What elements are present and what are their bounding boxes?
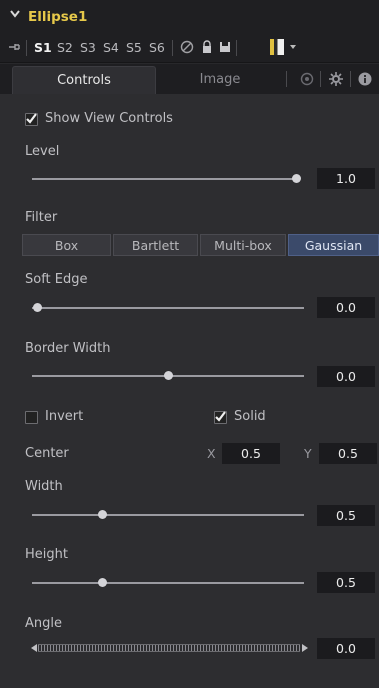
collapse-chevron-icon[interactable] <box>9 8 21 20</box>
slot-s4[interactable]: S4 <box>103 40 119 55</box>
border-width-value-field[interactable]: 0.0 <box>317 366 375 387</box>
toolbar-divider <box>26 40 27 56</box>
center-y-label: Y <box>304 446 312 461</box>
toolbar-divider <box>236 40 237 56</box>
invert-checkbox[interactable] <box>25 411 38 424</box>
disable-icon[interactable] <box>180 40 194 54</box>
checkmark-icon <box>215 411 226 422</box>
tab-divider <box>320 71 321 87</box>
tab-controls[interactable]: Controls <box>12 66 156 95</box>
center-y-field[interactable]: 0.5 <box>319 443 377 464</box>
height-label: Height <box>25 547 68 562</box>
slot-s5[interactable]: S5 <box>126 40 142 55</box>
lock-icon[interactable] <box>200 40 214 54</box>
color-swatch[interactable] <box>270 39 284 55</box>
level-label: Level <box>25 144 60 159</box>
node-title: Ellipse1 <box>28 9 88 25</box>
solid-label: Solid <box>234 409 266 424</box>
angle-value-field[interactable]: 0.0 <box>317 638 375 659</box>
angle-thumbwheel[interactable] <box>38 644 300 652</box>
center-label: Center <box>25 446 69 461</box>
pin-icon[interactable] <box>8 40 22 54</box>
toolbar-divider <box>172 40 173 56</box>
height-slider-thumb[interactable] <box>98 578 107 587</box>
mask-tab-icon[interactable] <box>299 71 315 87</box>
save-icon[interactable] <box>218 40 232 54</box>
info-icon[interactable] <box>357 71 373 87</box>
soft-edge-slider-track[interactable] <box>32 307 304 309</box>
height-slider-track[interactable] <box>32 582 304 584</box>
level-slider-track[interactable] <box>32 178 300 180</box>
filter-box-button[interactable]: Box <box>22 234 111 256</box>
center-x-label: X <box>207 446 216 461</box>
width-slider-thumb[interactable] <box>98 510 107 519</box>
level-value-field[interactable]: 1.0 <box>317 168 375 189</box>
slot-s1[interactable]: S1 <box>34 40 52 55</box>
border-width-slider-thumb[interactable] <box>164 371 173 380</box>
filter-gaussian-button[interactable]: Gaussian <box>288 234 379 256</box>
width-label: Width <box>25 479 63 494</box>
angle-label: Angle <box>25 616 62 631</box>
soft-edge-value-field[interactable]: 0.0 <box>317 297 375 318</box>
height-value-field[interactable]: 0.5 <box>317 572 375 593</box>
invert-label: Invert <box>45 409 84 424</box>
show-view-controls-label: Show View Controls <box>45 111 173 126</box>
tab-image[interactable]: Image <box>170 66 270 94</box>
width-slider-track[interactable] <box>32 514 304 516</box>
checkmark-icon <box>26 113 37 124</box>
slot-s2[interactable]: S2 <box>57 40 73 55</box>
filter-bartlett-button[interactable]: Bartlett <box>113 234 198 256</box>
filter-multibox-button[interactable]: Multi-box <box>200 234 286 256</box>
tab-divider <box>286 71 287 87</box>
width-value-field[interactable]: 0.5 <box>317 505 375 526</box>
soft-edge-label: Soft Edge <box>25 272 88 287</box>
center-x-field[interactable]: 0.5 <box>222 443 280 464</box>
angle-increase-arrow-icon[interactable] <box>302 644 308 652</box>
soft-edge-slider-thumb[interactable] <box>33 303 42 312</box>
slot-s3[interactable]: S3 <box>80 40 96 55</box>
dropdown-arrow-icon[interactable] <box>290 45 296 49</box>
border-width-label: Border Width <box>25 341 111 356</box>
slot-s6[interactable]: S6 <box>149 40 165 55</box>
angle-decrease-arrow-icon[interactable] <box>31 644 37 652</box>
tab-divider <box>350 71 351 87</box>
filter-label: Filter <box>25 210 58 225</box>
settings-gear-icon[interactable] <box>328 71 344 87</box>
level-slider-thumb[interactable] <box>292 174 301 183</box>
